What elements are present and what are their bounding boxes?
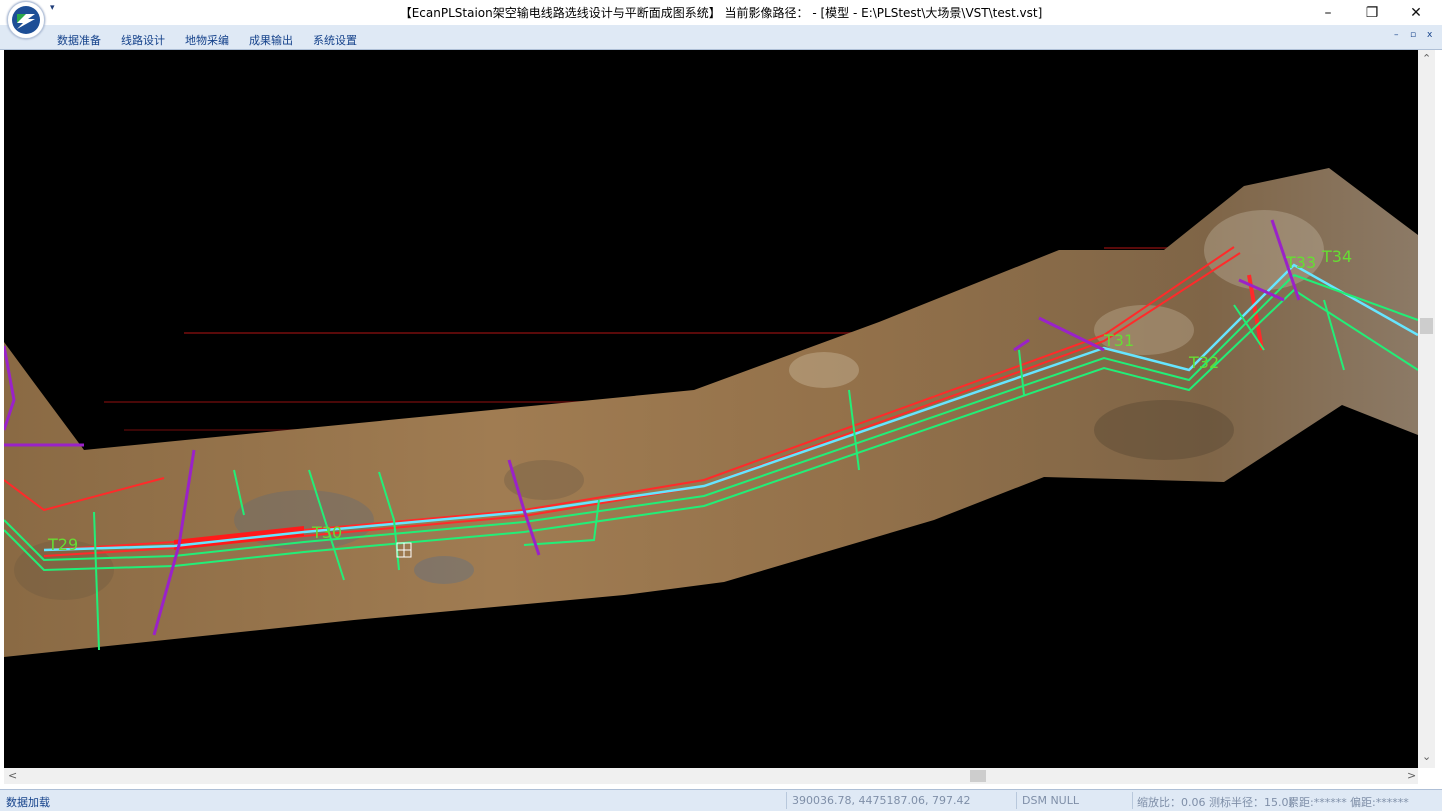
- status-offset-distance: 偏距:******: [1350, 796, 1409, 809]
- menu-system-settings[interactable]: 系统设置: [313, 32, 357, 48]
- scroll-up-icon[interactable]: ⌃: [1422, 52, 1431, 65]
- tower-label: T32: [1188, 353, 1219, 372]
- tower-label: T30: [311, 523, 342, 542]
- mdi-minimize-button[interactable]: –: [1394, 30, 1399, 40]
- status-separator: [1016, 792, 1017, 809]
- scroll-down-icon[interactable]: ⌄: [1422, 750, 1431, 763]
- restore-button[interactable]: ❐: [1350, 0, 1394, 25]
- status-radius: 测标半径：15.0(: [1209, 796, 1293, 809]
- app-logo[interactable]: [7, 1, 45, 39]
- map-canvas[interactable]: T29 T30 T31 T32 T33 T34: [4, 50, 1418, 768]
- tower-label: T34: [1321, 247, 1352, 266]
- status-separator: [786, 792, 787, 809]
- horizontal-scrollbar[interactable]: < >: [4, 768, 1418, 784]
- status-message: 数据加载: [6, 796, 50, 809]
- mdi-restore-button[interactable]: ▫: [1410, 30, 1416, 40]
- mdi-close-button[interactable]: x: [1427, 30, 1432, 40]
- menu-bar: 数据准备 线路设计 地物采编 成果输出 系统设置 – ▫ x: [0, 25, 1442, 50]
- window-title: 【EcanPLStaion架空输电线路选线设计与平断面成图系统】 当前影像路径：…: [399, 6, 1043, 20]
- tower-label: T33: [1285, 253, 1316, 272]
- status-bar: 数据加载 390036.78, 4475187.06, 797.42 DSM N…: [0, 789, 1442, 811]
- menu-line-design[interactable]: 线路设计: [121, 32, 165, 48]
- scroll-left-icon[interactable]: <: [8, 769, 17, 782]
- close-button[interactable]: ✕: [1394, 0, 1438, 25]
- menu-feature-collect[interactable]: 地物采编: [185, 32, 229, 48]
- vertical-scrollbar[interactable]: ⌃ ⌄: [1418, 50, 1435, 768]
- minimize-button[interactable]: –: [1306, 0, 1350, 25]
- title-bar: ▾ 【EcanPLStaion架空输电线路选线设计与平断面成图系统】 当前影像路…: [0, 0, 1442, 39]
- status-dsm: DSM NULL: [1022, 794, 1079, 807]
- status-coordinates: 390036.78, 4475187.06, 797.42: [792, 794, 971, 807]
- vertical-scroll-thumb[interactable]: [1420, 318, 1433, 334]
- status-scale: 缩放比：0.06: [1137, 796, 1206, 809]
- tower-label: T31: [1103, 331, 1134, 350]
- tower-label: T29: [47, 535, 78, 554]
- status-separator: [1132, 792, 1133, 809]
- scroll-right-icon[interactable]: >: [1407, 769, 1416, 782]
- status-cumulative-distance: 累距:******: [1288, 796, 1347, 809]
- menu-data-prep[interactable]: 数据准备: [57, 32, 101, 48]
- horizontal-scroll-thumb[interactable]: [970, 770, 986, 782]
- map-viewport[interactable]: T29 T30 T31 T32 T33 T34: [4, 50, 1418, 768]
- menu-output[interactable]: 成果输出: [249, 32, 293, 48]
